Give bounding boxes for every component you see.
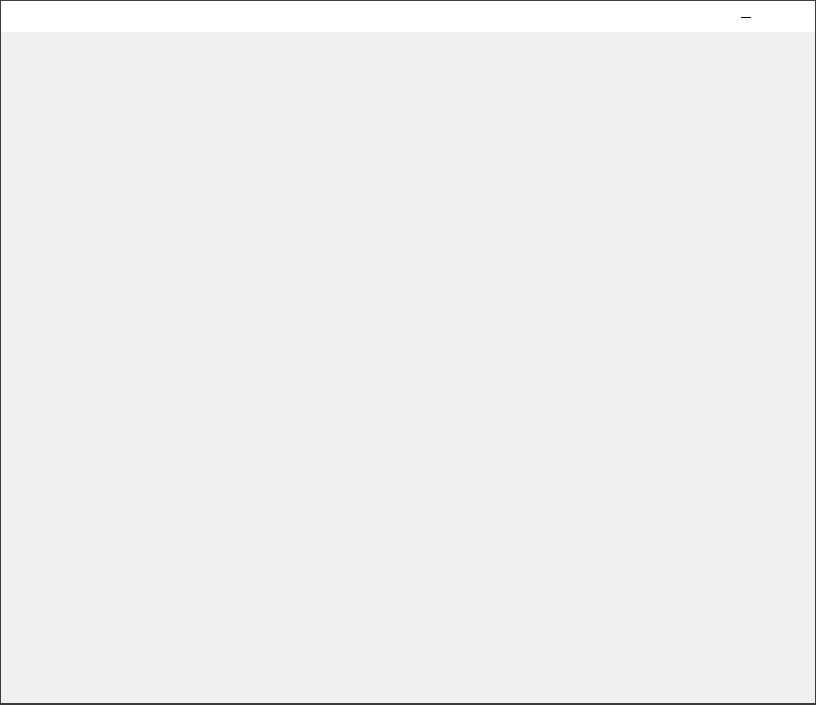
title-bar bbox=[1, 1, 815, 32]
app-window bbox=[0, 0, 816, 705]
